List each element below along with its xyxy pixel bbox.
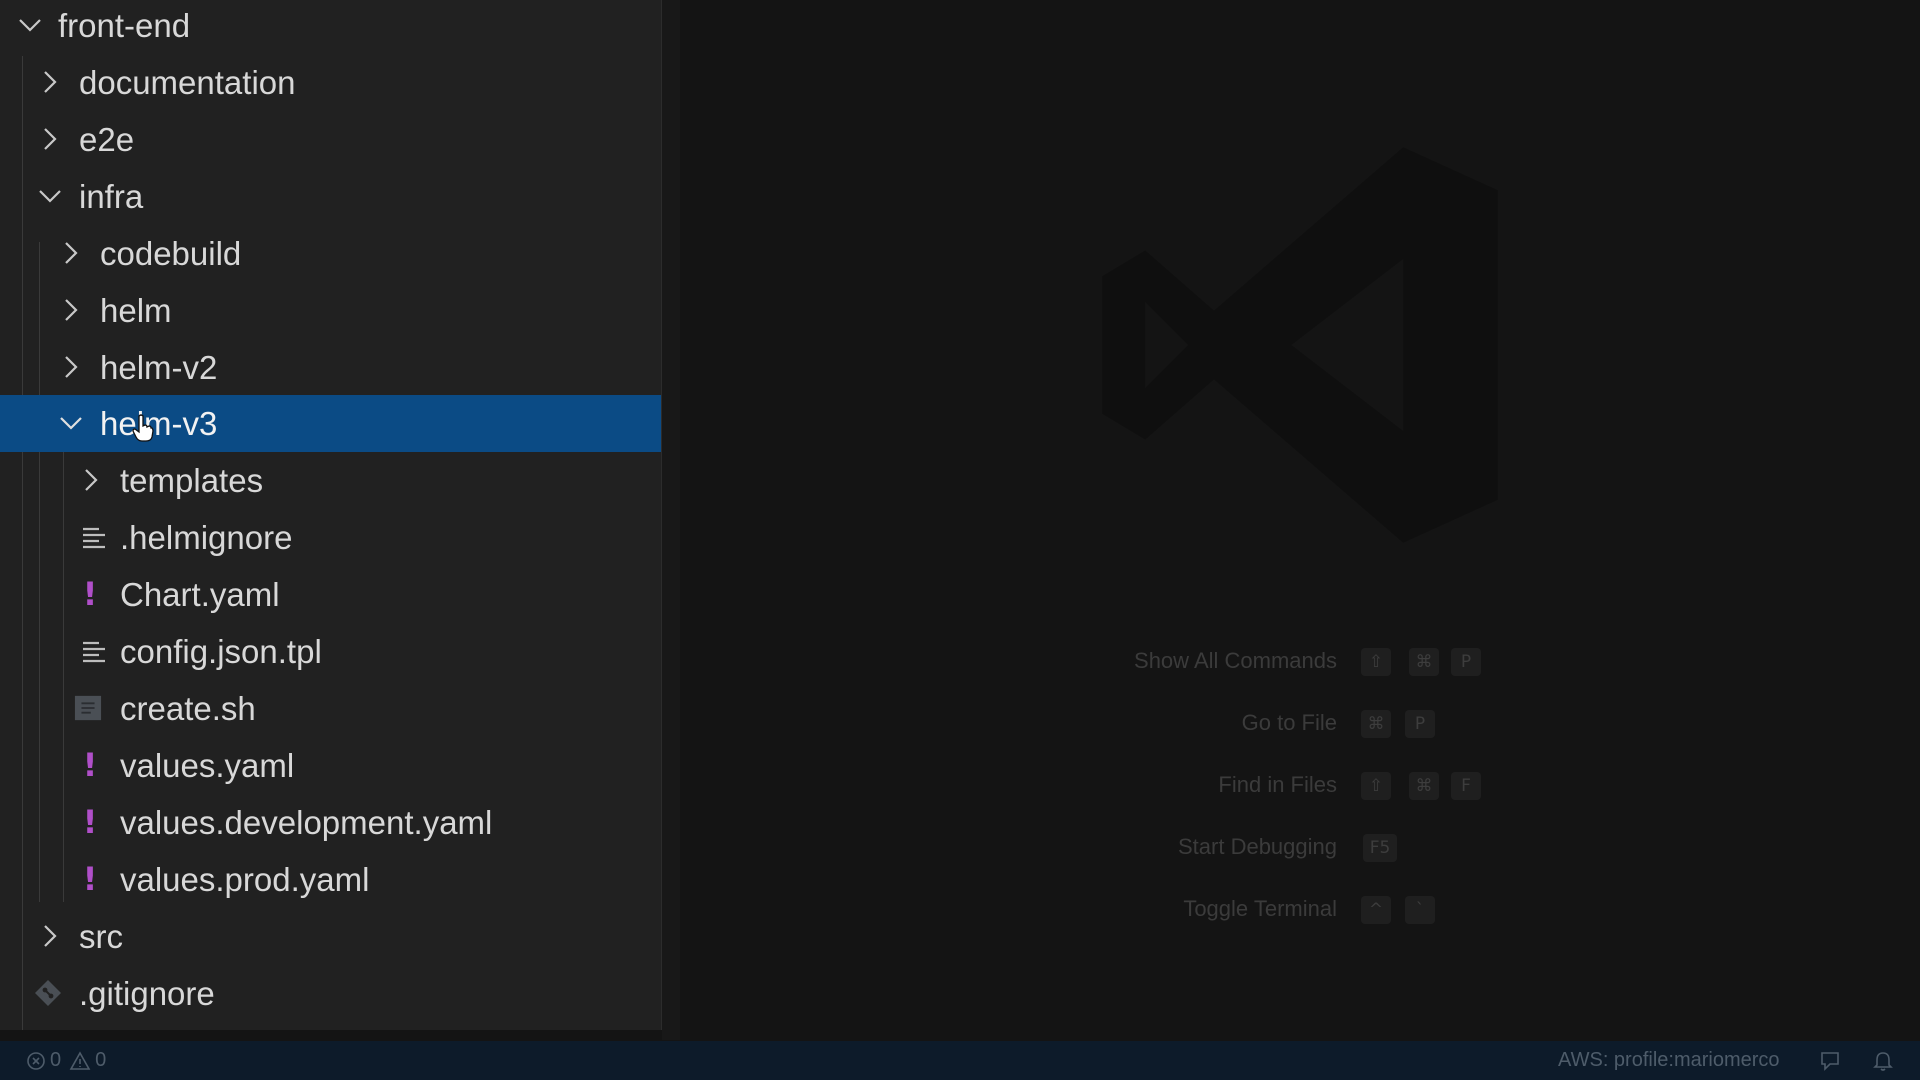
shortcut-key: ⇧: [1361, 648, 1391, 676]
tree-file-values-development-yaml[interactable]: ! values.development.yaml: [0, 794, 661, 851]
yaml-icon: !: [82, 746, 98, 784]
error-icon: [26, 1051, 46, 1071]
chevron-right-icon: [57, 296, 85, 324]
yaml-icon: !: [82, 860, 98, 898]
chevron-right-icon: [36, 68, 64, 96]
tree-item-label: values.prod.yaml: [120, 860, 370, 898]
shortcut-key: F5: [1363, 834, 1397, 862]
tree-item-label: codebuild: [100, 234, 242, 272]
hand-pointer-cursor-icon: [132, 412, 154, 450]
tree-item-label: config.json.tpl: [120, 632, 322, 670]
text-lines-icon: [80, 523, 108, 551]
tree-folder-templates[interactable]: templates: [0, 452, 661, 509]
tree-file-helmignore[interactable]: .helmignore: [0, 509, 661, 566]
yaml-icon: !: [82, 575, 98, 613]
warning-count: 0: [95, 1049, 107, 1071]
tree-item-label: front-end: [58, 6, 191, 44]
tree-file-values-yaml[interactable]: ! values.yaml: [0, 737, 661, 794]
bell-icon[interactable]: [1872, 1041, 1894, 1080]
shortcut-key: ⇧: [1361, 772, 1391, 800]
shortcut-key: F: [1451, 772, 1481, 800]
yaml-icon: !: [82, 803, 98, 841]
tree-item-label: .gitignore: [79, 974, 215, 1012]
chevron-right-icon: [36, 922, 64, 950]
tree-file-config-json-tpl[interactable]: config.json.tpl: [0, 623, 661, 680]
tree-folder-helm-v2[interactable]: helm-v2: [0, 339, 661, 396]
chevron-right-icon: [57, 353, 85, 381]
toggle-terminal-label: Toggle Terminal: [1183, 896, 1337, 921]
tree-item-label: values.yaml: [120, 746, 295, 784]
shortcut-key: ⌘: [1409, 772, 1439, 800]
tree-folder-front-end[interactable]: front-end: [0, 0, 661, 54]
shortcut-key: ^: [1361, 896, 1391, 924]
tree-item-label: helm-v2: [100, 348, 218, 386]
warning-icon: [69, 1050, 91, 1071]
tree-item-label: values.development.yaml: [120, 803, 493, 841]
error-count: 0: [50, 1049, 62, 1071]
feedback-icon[interactable]: [1819, 1041, 1841, 1080]
chevron-right-icon: [57, 239, 85, 267]
show-all-commands-label: Show All Commands: [1134, 648, 1337, 673]
aws-profile-label: AWS: profile:mariomerco: [1558, 1049, 1780, 1071]
problems-indicator[interactable]: 0 0: [26, 1041, 106, 1080]
shortcut-key: ⌘: [1409, 648, 1439, 676]
tree-folder-src[interactable]: src: [0, 908, 661, 965]
tree-item-label: templates: [120, 461, 264, 499]
chevron-right-icon: [77, 466, 105, 494]
tree-item-label: helm: [100, 291, 172, 329]
tree-item-label: infra: [79, 177, 144, 215]
explorer-tree: front-end documentation e2e infra codebu…: [0, 0, 662, 1030]
tree-folder-infra[interactable]: infra: [0, 168, 661, 225]
tree-folder-codebuild[interactable]: codebuild: [0, 225, 661, 282]
tree-file-chart-yaml[interactable]: ! Chart.yaml: [0, 566, 661, 623]
start-debugging-label: Start Debugging: [1178, 834, 1337, 859]
shortcut-key: P: [1405, 710, 1435, 738]
vscode-logo-watermark-icon: [1102, 147, 1498, 543]
find-in-files-label: Find in Files: [1218, 772, 1337, 797]
tree-folder-e2e[interactable]: e2e: [0, 111, 661, 168]
tree-item-label: documentation: [79, 63, 296, 101]
tree-file-gitignore[interactable]: .gitignore: [0, 965, 661, 1022]
chevron-down-icon: [16, 11, 44, 39]
text-lines-icon: [80, 637, 108, 665]
chevron-right-icon: [36, 125, 64, 153]
tree-item-label: create.sh: [120, 689, 256, 727]
shell-script-icon: [74, 694, 102, 722]
shortcut-key: ⌘: [1361, 710, 1391, 738]
tree-file-values-prod-yaml[interactable]: ! values.prod.yaml: [0, 851, 661, 908]
aws-profile-indicator[interactable]: AWS: profile:mariomerco: [1558, 1041, 1780, 1080]
tree-folder-helm[interactable]: helm: [0, 282, 661, 339]
tree-file-create-sh[interactable]: create.sh: [0, 680, 661, 737]
tree-item-label: helm-v3: [100, 404, 218, 442]
tree-item-label: Chart.yaml: [120, 575, 280, 613]
shortcut-key: P: [1451, 648, 1481, 676]
tree-item-label: e2e: [79, 120, 135, 158]
shortcut-key: `: [1405, 896, 1435, 924]
tree-folder-helm-v3[interactable]: helm-v3: [0, 395, 661, 452]
tree-folder-documentation[interactable]: documentation: [0, 54, 661, 111]
chevron-down-icon: [57, 409, 85, 437]
git-icon: [34, 979, 62, 1007]
status-bar: 0 0 AWS: profile:mariomerco: [0, 1041, 1920, 1080]
chevron-down-icon: [36, 182, 64, 210]
tree-item-label: .helmignore: [120, 518, 293, 556]
go-to-file-label: Go to File: [1241, 710, 1337, 735]
tree-item-label: src: [79, 917, 123, 955]
